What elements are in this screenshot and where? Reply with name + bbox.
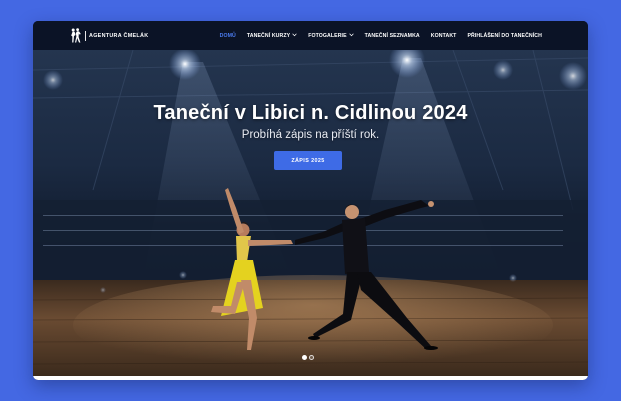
- slider-pagination: [301, 355, 315, 360]
- nav-item-label: KONTAKT: [430, 32, 457, 39]
- nav-item-contact[interactable]: KONTAKT: [431, 33, 457, 39]
- nav-item-dance-dating[interactable]: TANEČNÍ SEZNAMKA: [365, 33, 420, 39]
- nav-item-home[interactable]: DOMŮ: [220, 33, 236, 39]
- slider-dot-2[interactable]: [309, 355, 314, 360]
- nav-item-label: DOMŮ: [219, 32, 236, 39]
- site-header: AGENTURA ČMELÁK DOMŮ TANEČNÍ KURZY FOTOG…: [33, 21, 588, 50]
- nav-item-label: TANEČNÍ SEZNAMKA: [364, 32, 420, 39]
- slider-dot-1[interactable]: [302, 355, 307, 360]
- chevron-down-icon: [292, 32, 297, 38]
- nav-item-dance-registration[interactable]: PŘIHLÁŠENÍ DO TANEČNÍCH: [467, 33, 542, 39]
- site-logo[interactable]: AGENTURA ČMELÁK: [70, 28, 148, 43]
- hero-subtitle: Probíhá zápis na příští rok.: [241, 129, 380, 141]
- logo-divider: [85, 30, 86, 41]
- nav-item-label: FOTOGALERIE: [308, 32, 347, 39]
- chevron-down-icon: [349, 32, 354, 38]
- hero-title: Taneční v Libici n. Cidlinou 2024: [153, 102, 468, 124]
- nav-item-label: PŘIHLÁŠENÍ DO TANEČNÍCH: [467, 32, 542, 39]
- main-navigation: DOMŮ TANEČNÍ KURZY FOTOGALERIE TANEČNÍ S…: [209, 21, 542, 50]
- hero-background-image: [33, 50, 588, 376]
- enroll-button[interactable]: ZÁPIS 2025: [274, 151, 342, 170]
- dancing-couple-icon: [71, 28, 81, 43]
- brand-name: AGENTURA ČMELÁK: [89, 32, 149, 39]
- nav-item-label: TANEČNÍ KURZY: [246, 32, 291, 39]
- browser-window: AGENTURA ČMELÁK DOMŮ TANEČNÍ KURZY FOTOG…: [33, 21, 588, 380]
- page-content-edge: [33, 376, 588, 380]
- nav-item-dance-courses[interactable]: TANEČNÍ KURZY: [247, 33, 297, 39]
- nav-item-photo-gallery[interactable]: FOTOGALERIE: [308, 32, 354, 39]
- hero-slider: Taneční v Libici n. Cidlinou 2024 Probíh…: [33, 50, 588, 376]
